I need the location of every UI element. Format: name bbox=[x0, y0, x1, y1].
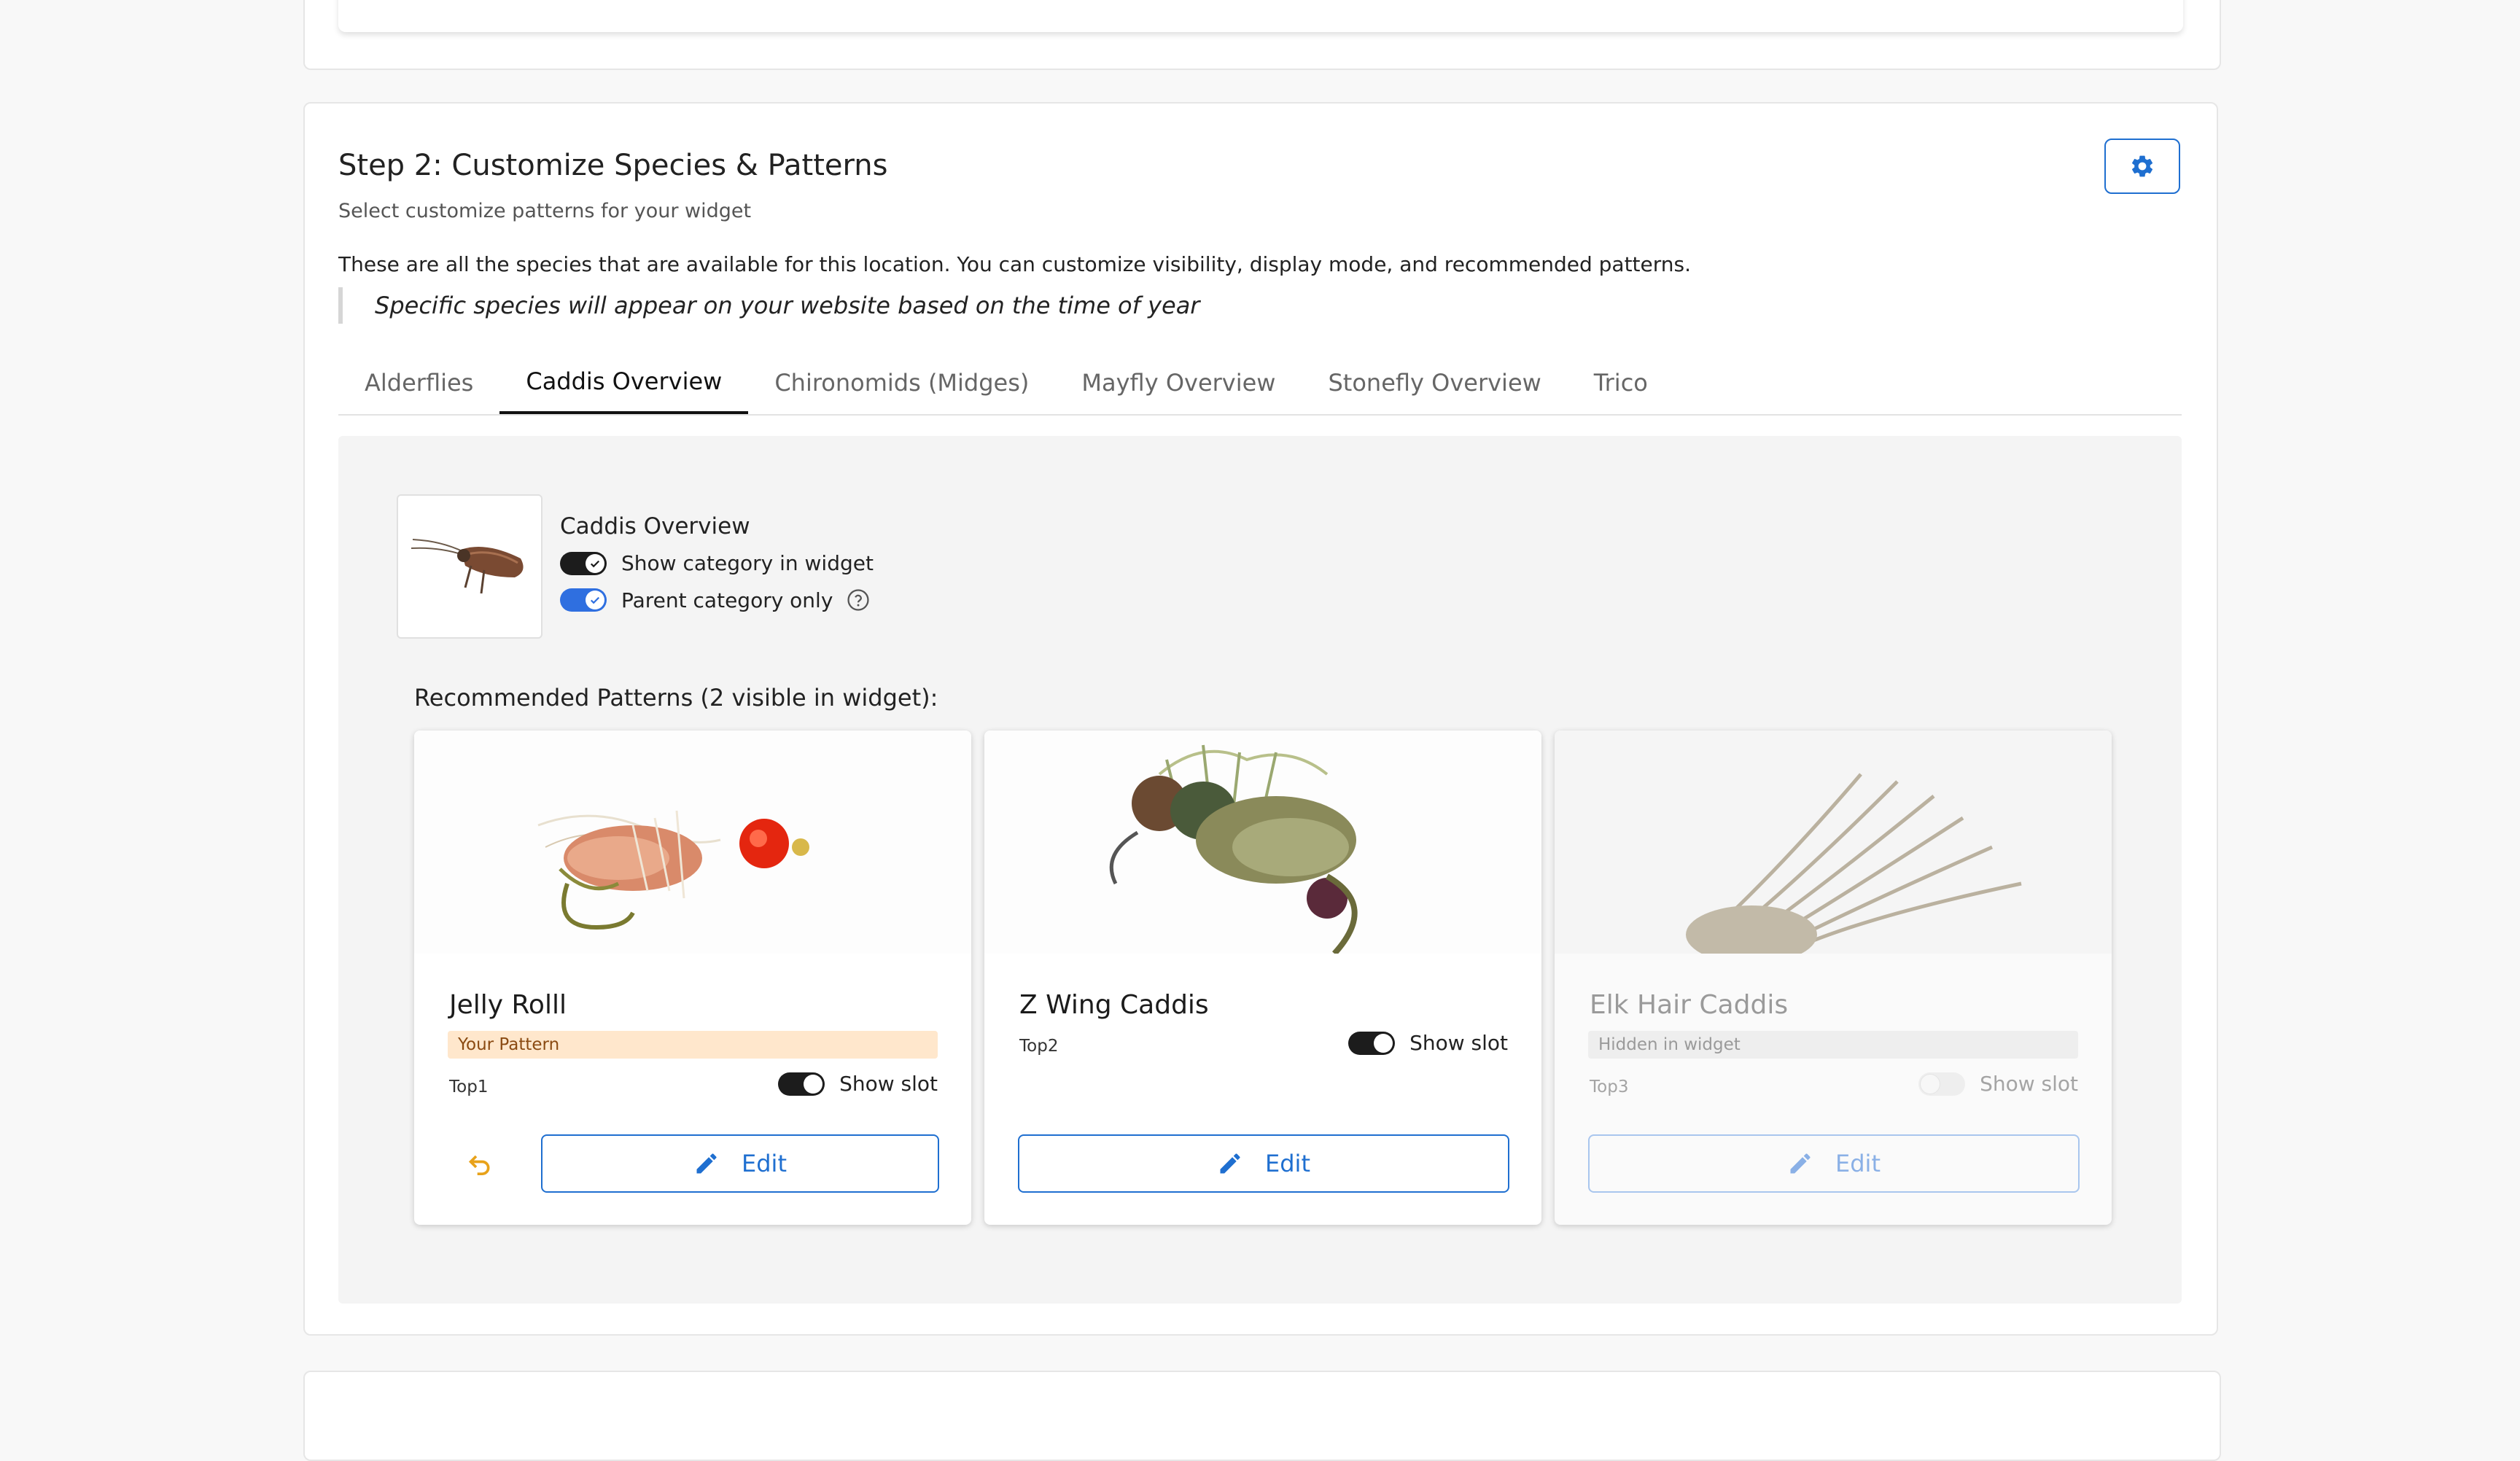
tab-mayfly-overview[interactable]: Mayfly Overview bbox=[1055, 351, 1302, 414]
settings-button[interactable] bbox=[2104, 139, 2180, 194]
slot-label: Top1 bbox=[449, 1078, 489, 1096]
step-2-card: Step 2: Customize Species & Patterns Sel… bbox=[303, 102, 2218, 1336]
tab-alderflies[interactable]: Alderflies bbox=[338, 351, 499, 414]
question-circle-icon[interactable] bbox=[846, 588, 871, 612]
edit-button[interactable]: Edit bbox=[541, 1134, 939, 1193]
parent-only-toggle[interactable] bbox=[560, 588, 607, 612]
show-slot-row: Show slot bbox=[1918, 1072, 2078, 1096]
show-slot-toggle[interactable] bbox=[778, 1072, 825, 1096]
edit-label: Edit bbox=[1835, 1150, 1881, 1177]
pattern-image bbox=[414, 730, 971, 954]
tab-caddis-overview[interactable]: Caddis Overview bbox=[499, 351, 749, 414]
tab-chironomids[interactable]: Chironomids (Midges) bbox=[748, 351, 1055, 414]
slot-label: Top3 bbox=[1590, 1078, 1629, 1096]
species-description: These are all the species that are avail… bbox=[338, 252, 1692, 276]
step-subtitle: Select customize patterns for your widge… bbox=[338, 200, 752, 222]
show-slot-row: Show slot bbox=[778, 1072, 938, 1096]
show-slot-label: Show slot bbox=[1409, 1031, 1508, 1055]
edit-label: Edit bbox=[742, 1150, 787, 1177]
next-step-card bbox=[303, 1371, 2221, 1461]
pattern-card-3: Elk Hair Caddis Hidden in widget Top3 Sh… bbox=[1555, 730, 2112, 1225]
previous-step-card bbox=[303, 0, 2221, 70]
pattern-card-2: Z Wing Caddis Top2 Show slot Edit bbox=[984, 730, 1541, 1225]
category-panel: Caddis Overview Show category in widget … bbox=[338, 436, 2182, 1304]
your-pattern-badge: Your Pattern bbox=[448, 1031, 938, 1059]
show-slot-toggle[interactable] bbox=[1348, 1031, 1396, 1055]
pattern-image bbox=[1555, 730, 2112, 954]
tab-trico[interactable]: Trico bbox=[1568, 351, 1674, 414]
check-icon bbox=[586, 553, 604, 573]
pattern-image bbox=[984, 730, 1541, 954]
pencil-icon bbox=[696, 1153, 717, 1174]
pattern-card-1: Jelly Rolll Your Pattern Top1 Show slot … bbox=[414, 730, 971, 1225]
season-note: Specific species will appear on your web… bbox=[338, 287, 1199, 324]
check-icon bbox=[586, 591, 604, 609]
edit-button[interactable]: Edit bbox=[1588, 1134, 2080, 1193]
category-name: Caddis Overview bbox=[560, 513, 750, 539]
show-category-row: Show category in widget bbox=[560, 551, 874, 575]
step-title: Step 2: Customize Species & Patterns bbox=[338, 149, 888, 182]
recommended-patterns-title: Recommended Patterns (2 visible in widge… bbox=[414, 684, 938, 712]
show-category-toggle[interactable] bbox=[560, 551, 607, 575]
species-tabs: Alderflies Caddis Overview Chironomids (… bbox=[338, 351, 2182, 416]
gear-icon bbox=[2131, 155, 2153, 177]
undo-button[interactable] bbox=[461, 1145, 499, 1183]
caddis-insect-image bbox=[411, 539, 524, 594]
slot-label: Top2 bbox=[1019, 1037, 1059, 1056]
category-thumbnail bbox=[397, 494, 542, 639]
pencil-icon bbox=[1220, 1153, 1240, 1174]
pattern-name: Z Wing Caddis bbox=[1019, 990, 1209, 1020]
hidden-in-widget-badge: Hidden in widget bbox=[1588, 1031, 2078, 1059]
previous-step-inner-panel bbox=[338, 0, 2183, 32]
pattern-name: Jelly Rolll bbox=[449, 990, 567, 1020]
show-slot-row: Show slot bbox=[1348, 1031, 1508, 1055]
show-category-label: Show category in widget bbox=[621, 551, 874, 575]
pattern-name: Elk Hair Caddis bbox=[1590, 990, 1789, 1020]
undo-icon bbox=[468, 1155, 490, 1175]
show-slot-toggle[interactable] bbox=[1918, 1072, 1966, 1096]
show-slot-label: Show slot bbox=[1980, 1072, 2078, 1096]
tab-stonefly-overview[interactable]: Stonefly Overview bbox=[1302, 351, 1567, 414]
parent-only-row: Parent category only bbox=[560, 588, 871, 612]
edit-button[interactable]: Edit bbox=[1018, 1134, 1509, 1193]
show-slot-label: Show slot bbox=[839, 1072, 938, 1096]
edit-label: Edit bbox=[1265, 1150, 1310, 1177]
parent-only-label: Parent category only bbox=[621, 588, 833, 612]
pencil-icon bbox=[1790, 1153, 1811, 1174]
